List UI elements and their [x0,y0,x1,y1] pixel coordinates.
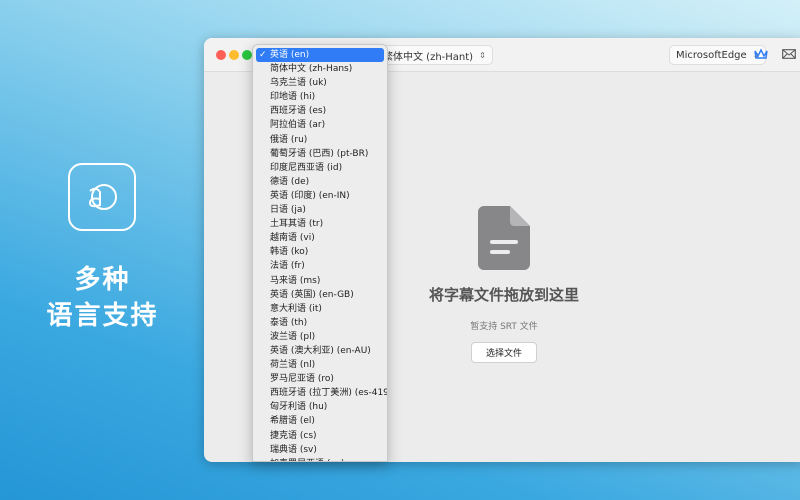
menu-item[interactable]: 瑞典语 (sv) [256,443,384,457]
menu-item[interactable]: 阿拉伯语 (ar) [256,118,384,132]
menu-item-label: 乌克兰语 (uk) [270,78,327,89]
menu-item-label: 瑞典语 (sv) [270,444,317,455]
menu-item-label: 荷兰语 (nl) [270,360,316,371]
menu-item[interactable]: 法语 (fr) [256,259,384,273]
app-icon [68,163,136,231]
menu-item[interactable]: 西班牙语 (es) [256,104,384,118]
menu-item[interactable]: 意大利语 (it) [256,302,384,316]
menu-item[interactable]: 罗马尼亚语 (ro) [256,372,384,386]
checkmark-icon: ✓ [259,50,267,60]
menu-item[interactable]: 马来语 (ms) [256,274,384,288]
menu-item-label: 英语 (印度) (en-IN) [270,190,350,201]
menu-item-label: 俄语 (ru) [270,134,308,145]
menu-item[interactable]: 德语 (de) [256,175,384,189]
menu-item[interactable]: 印地语 (hi) [256,90,384,104]
promo-line-1: 多种 [74,265,131,295]
menu-item[interactable]: 英语 (英国) (en-GB) [256,288,384,302]
menu-item[interactable]: ✓ 英语 (en) [256,48,384,63]
chevron-updown-icon: ⇕ [479,50,486,60]
menu-item[interactable]: 乌克兰语 (uk) [256,76,384,90]
menu-item[interactable]: 简体中文 (zh-Hans) [256,62,384,76]
close-button[interactable] [216,50,226,60]
menu-item[interactable]: 波兰语 (pl) [256,330,384,344]
menu-item-label: 印地语 (hi) [270,92,316,103]
menu-item-label: 阿拉伯语 (ar) [270,120,326,131]
document-icon [478,206,530,270]
choose-file-button[interactable]: 选择文件 [470,342,537,363]
menu-item[interactable]: 印度尼西亚语 (id) [256,161,384,175]
menu-item-label: 日语 (ja) [270,205,306,216]
menu-item-label: 西班牙语 (拉丁美洲) (es-419) [270,388,388,399]
menu-item-label: 土耳其语 (tr) [270,219,324,230]
engine-select[interactable]: MicrosoftEdge ⇕ [669,45,767,65]
translate-logo-icon [88,184,117,210]
menu-item[interactable]: 加泰罗尼亚语 (ca) [256,457,384,461]
menu-item-label: 西班牙语 (es) [270,106,327,117]
minimize-button[interactable] [229,50,239,60]
menu-item-label: 罗马尼亚语 (ro) [270,374,334,385]
menu-item[interactable]: 葡萄牙语 (巴西) (pt-BR) [256,147,384,161]
promo-line-2: 语言支持 [46,301,159,331]
engine-value: MicrosoftEdge [676,49,747,61]
promo-text: 多种 语言支持 [30,262,175,334]
menu-item[interactable]: 泰语 (th) [256,316,384,330]
menu-item[interactable]: 日语 (ja) [256,203,384,217]
menu-item-label: 希腊语 (el) [270,416,315,427]
target-language-select[interactable]: 繁体中文 (zh-Hant) ⇕ [376,45,493,65]
menu-item[interactable]: 希腊语 (el) [256,414,384,428]
menu-item-label: 越南语 (vi) [270,233,315,244]
menu-item-label: 韩语 (ko) [270,247,309,258]
menu-item-label: 葡萄牙语 (巴西) (pt-BR) [270,148,369,159]
menu-item[interactable]: 荷兰语 (nl) [256,358,384,372]
menu-item-label: 捷克语 (cs) [270,430,317,441]
zoom-button[interactable] [242,50,252,60]
menu-item-label: 英语 (英国) (en-GB) [270,289,354,300]
menu-item-label: 印度尼西亚语 (id) [270,162,343,173]
menu-item-label: 英语 (en) [270,50,310,60]
menu-item[interactable]: 西班牙语 (拉丁美洲) (es-419) [256,386,387,400]
menu-item[interactable]: 英语 (澳大利亚) (en-AU) [256,344,384,358]
menu-item[interactable]: 匈牙利语 (hu) [256,400,384,414]
menu-item-label: 英语 (澳大利亚) (en-AU) [270,345,371,356]
menu-item-label: 马来语 (ms) [270,275,321,286]
menu-item-label: 简体中文 (zh-Hans) [270,64,353,75]
menu-item[interactable]: 英语 (印度) (en-IN) [256,189,384,203]
menu-item-label: 加泰罗尼亚语 (ca) [270,459,344,461]
source-language-menu: ✓ 英语 (en) 简体中文 (zh-Hans) 乌克兰语 (uk) 印地语 (hi) 西… [252,44,388,462]
menu-item-label: 泰语 (th) [270,317,308,328]
crown-icon[interactable] [754,48,768,60]
menu-item[interactable]: 俄语 (ru) [256,133,384,147]
menu-item-label: 匈牙利语 (hu) [270,402,328,413]
menu-item[interactable]: 越南语 (vi) [256,231,384,245]
menu-item-label: 法语 (fr) [270,261,305,272]
menu-item-label: 德语 (de) [270,176,310,187]
menu-item[interactable]: 韩语 (ko) [256,245,384,259]
menu-item-label: 波兰语 (pl) [270,331,316,342]
menu-item[interactable]: 捷克语 (cs) [256,429,384,443]
menu-item-label: 意大利语 (it) [270,303,322,314]
target-language-value: 繁体中文 (zh-Hant) [383,51,474,63]
menu-item[interactable]: 土耳其语 (tr) [256,217,384,231]
mail-icon[interactable] [782,49,796,59]
